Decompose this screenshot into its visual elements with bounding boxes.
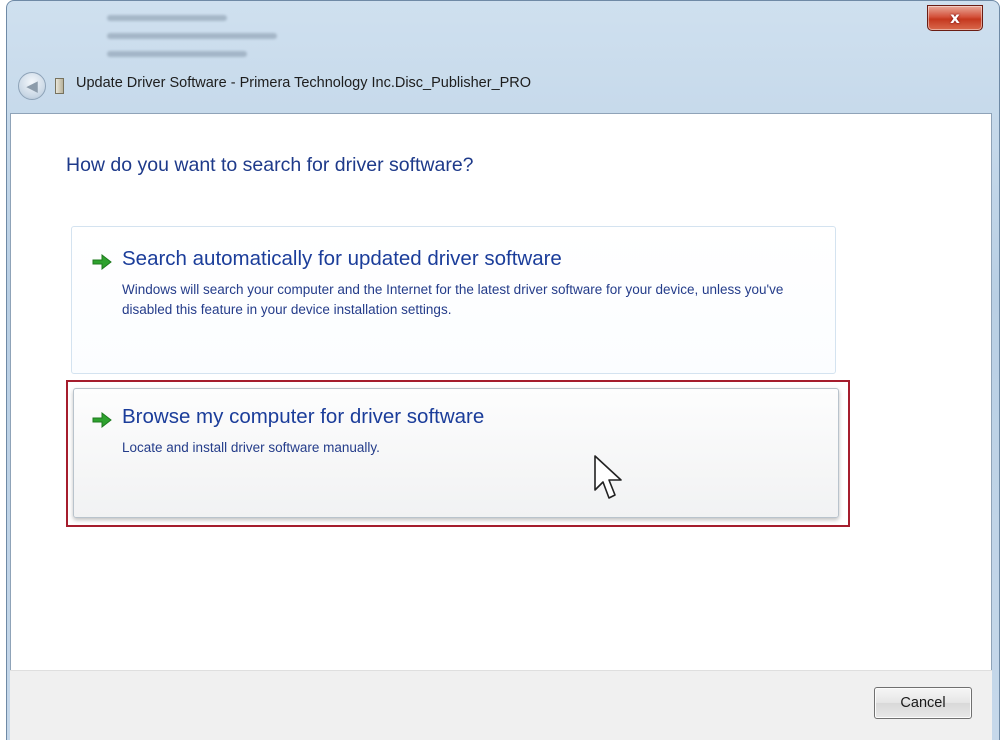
search-automatically-option[interactable]: Search automatically for updated driver … <box>71 226 836 374</box>
window-title: Update Driver Software - Primera Technol… <box>76 75 532 91</box>
browse-computer-option[interactable]: Browse my computer for driver software L… <box>73 388 839 518</box>
background-blur <box>77 3 337 83</box>
green-arrow-icon <box>92 411 112 429</box>
cancel-button[interactable]: Cancel <box>874 687 972 719</box>
mouse-cursor-icon <box>594 455 622 499</box>
content-pane: How do you want to search for driver sof… <box>10 113 992 670</box>
page-heading: How do you want to search for driver sof… <box>66 154 474 176</box>
back-button[interactable]: ◀ <box>18 72 46 100</box>
close-button[interactable]: x <box>927 5 983 31</box>
device-icon <box>55 78 64 94</box>
option-description: Locate and install driver software manua… <box>122 440 380 455</box>
option-title: Browse my computer for driver software <box>122 405 485 428</box>
option-title: Search automatically for updated driver … <box>122 247 562 270</box>
close-icon: x <box>950 9 960 27</box>
footer-bar: Cancel <box>10 670 992 740</box>
back-arrow-icon: ◀ <box>26 77 38 95</box>
green-arrow-icon <box>92 253 112 271</box>
option-description: Windows will search your computer and th… <box>122 282 784 317</box>
